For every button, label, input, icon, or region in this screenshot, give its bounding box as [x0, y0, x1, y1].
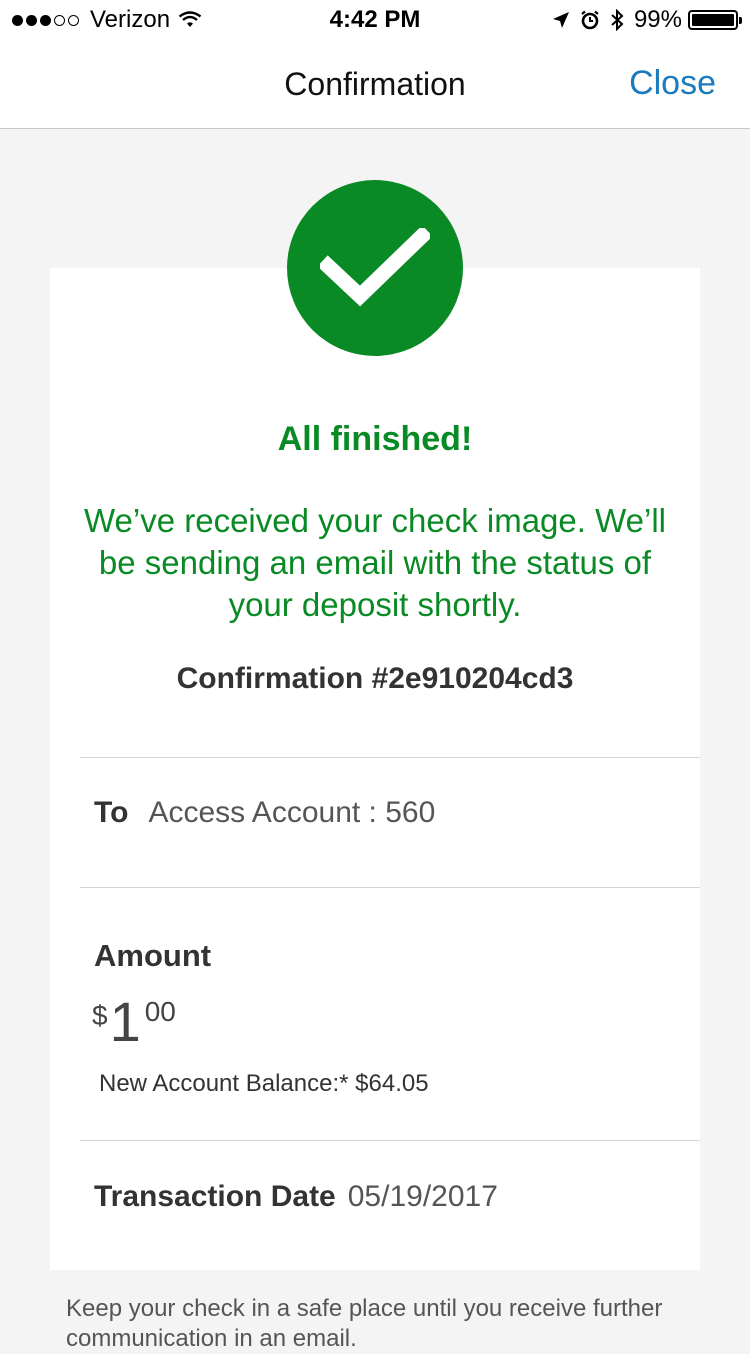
to-label: To: [94, 796, 129, 829]
destination-account-row: To Access Account : 560: [94, 796, 435, 830]
divider: [80, 1140, 700, 1141]
bluetooth-icon: [611, 9, 624, 31]
new-account-balance: New Account Balance:* $64.05: [99, 1070, 429, 1097]
alarm-clock-icon: [581, 10, 599, 30]
transaction-date-label: Transaction Date: [94, 1180, 336, 1213]
status-icons: 99%: [552, 6, 742, 34]
divider: [80, 887, 700, 888]
safekeeping-note: Keep your check in a safe place until yo…: [66, 1295, 663, 1352]
divider: [80, 757, 700, 758]
status-bar: Verizon 4:42 PM 99%: [0, 0, 750, 40]
to-account-value: Access Account : 560: [148, 796, 436, 829]
amount-whole: 1: [109, 990, 141, 1053]
success-checkmark-icon: [287, 180, 463, 356]
battery-icon: [688, 10, 742, 30]
amount-value: $ 1 00: [92, 994, 176, 1050]
amount-label: Amount: [94, 938, 212, 973]
transaction-date-value: 05/19/2017: [347, 1180, 498, 1213]
close-button[interactable]: Close: [629, 64, 716, 103]
success-headline: All finished!: [277, 420, 473, 458]
navigation-bar: Confirmation Close: [0, 40, 750, 129]
transaction-date-row: Transaction Date 05/19/2017: [94, 1180, 498, 1214]
location-arrow-icon: [552, 12, 569, 28]
amount-currency: $: [92, 1000, 108, 1031]
confirmation-card: [50, 268, 700, 1270]
success-message: We’ve received your check image. We’ll b…: [83, 502, 666, 623]
amount-cents: 00: [144, 996, 176, 1027]
battery-percentage: 99%: [633, 6, 682, 33]
confirmation-number: Confirmation #2e910204cd3: [176, 662, 574, 695]
